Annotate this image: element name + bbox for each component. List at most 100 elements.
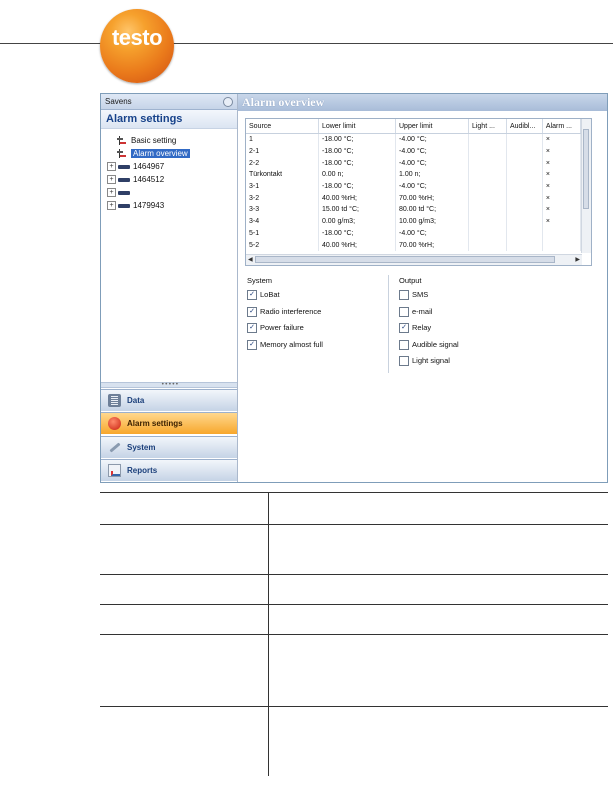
checkbox-row[interactable]: e-mail	[399, 304, 459, 321]
tree-item-label: 1464967	[133, 162, 165, 171]
pin-icon[interactable]	[223, 97, 233, 107]
table-row[interactable]: 5-1 -18.00 °C; -4.00 °C;	[246, 227, 582, 240]
table-cell: ×	[542, 192, 582, 205]
vertical-scroll-thumb[interactable]	[583, 129, 589, 209]
table-cell	[506, 145, 543, 158]
system-alarm-group: System ✓ LoBat ✓ Radio interference ✓ Power f…	[247, 275, 323, 353]
table-cell	[506, 180, 543, 193]
nav-button-system[interactable]: System	[101, 436, 237, 458]
checkbox-label: LoBat	[260, 290, 280, 299]
logger-icon	[118, 164, 130, 169]
alarm-table: Source Lower limit Upper limit Light ...…	[246, 119, 582, 251]
table-row[interactable]: 1 -18.00 °C; -4.00 °C; ×	[246, 133, 582, 146]
setting-icon	[117, 149, 128, 159]
table-row[interactable]: 3-4 0.00 g/m3; 10.00 g/m3; ×	[246, 215, 582, 228]
expand-plus-icon[interactable]: +	[107, 188, 116, 198]
table-vertical-scrollbar[interactable]	[581, 119, 591, 253]
table-cell: 2-2	[246, 157, 319, 170]
table-row[interactable]: 2-2 -18.00 °C; -4.00 °C; ×	[246, 157, 582, 170]
column-header[interactable]: Source	[246, 119, 319, 134]
table-cell: -18.00 °C;	[318, 145, 397, 158]
tree-item-logger-1464512[interactable]: +1464512	[107, 173, 235, 186]
system-wrench-icon	[108, 441, 121, 454]
testo-logo: testo	[100, 9, 174, 83]
logger-icon	[118, 203, 130, 208]
expand-plus-icon[interactable]: +	[107, 201, 116, 211]
tree-item-alarm-overview[interactable]: Alarm overview	[107, 147, 235, 160]
settings-tree: Basic setting Alarm overview +1464967 +1…	[107, 134, 235, 212]
table-cell: 10.00 g/m3;	[395, 215, 469, 228]
table-row[interactable]: 3-2 40.00 %rH; 70.00 %rH; ×	[246, 192, 582, 205]
checkbox[interactable]: ✓	[399, 323, 409, 334]
sidebar-splitter[interactable]: •••••	[101, 381, 237, 388]
checkbox-row[interactable]: SMS	[399, 287, 459, 304]
table-row[interactable]: 5-2 40.00 %rH; 70.00 %rH;	[246, 239, 582, 251]
checkbox[interactable]	[399, 306, 409, 317]
column-header[interactable]: Lower limit	[318, 119, 397, 134]
table-cell: ×	[542, 215, 582, 228]
checkbox[interactable]: ✓	[247, 323, 257, 334]
expand-plus-icon[interactable]: +	[107, 162, 116, 172]
alarm-icon	[108, 417, 121, 430]
nav-button-label: Reports	[127, 466, 158, 475]
column-header[interactable]: Upper limit	[395, 119, 469, 134]
checkbox-row[interactable]: Audible signal	[399, 337, 459, 354]
table-rule	[100, 706, 608, 707]
tree-item-logger-1464967[interactable]: +1464967	[107, 160, 235, 173]
checkbox-row[interactable]: ✓ Memory almost full	[247, 337, 323, 354]
page-title: Alarm overview	[238, 94, 607, 111]
table-cell: -18.00 °C;	[318, 157, 397, 170]
scroll-left-icon[interactable]: ◀	[248, 256, 253, 263]
checkbox-row[interactable]: ✓ LoBat	[247, 287, 323, 304]
table-cell: 0.00 g/m3;	[318, 215, 397, 228]
checkbox[interactable]: ✓	[247, 306, 257, 317]
table-cell: 5-1	[246, 227, 319, 240]
column-header[interactable]: Alarm ...	[542, 119, 582, 134]
table-rule	[100, 524, 608, 525]
tree-item-logger-1479943[interactable]: +1479943	[107, 199, 235, 212]
table-row[interactable]: 3-1 -18.00 °C; -4.00 °C; ×	[246, 180, 582, 193]
horizontal-scroll-thumb[interactable]	[255, 256, 555, 263]
table-cell	[542, 239, 582, 251]
table-cell: 40.00 %rH;	[318, 239, 397, 251]
table-row[interactable]: Türkontakt 0.00 n; 1.00 n; ×	[246, 169, 582, 181]
nav-button-data[interactable]: Data	[101, 389, 237, 411]
table-cell: 3-2	[246, 192, 319, 205]
checkbox-label: Light signal	[412, 356, 450, 365]
table-cell	[506, 215, 543, 228]
checkbox[interactable]: ✓	[247, 290, 257, 301]
checkbox-row[interactable]: ✓ Relay	[399, 320, 459, 337]
table-cell	[506, 133, 543, 146]
column-header[interactable]: Audibl...	[506, 119, 543, 134]
table-cell	[506, 169, 543, 181]
checkbox-row[interactable]: ✓ Power failure	[247, 320, 323, 337]
table-cell: 80.00 td °C;	[395, 204, 469, 216]
tree-item-logger-unnamed[interactable]: +	[107, 186, 235, 199]
logger-icon	[118, 177, 130, 182]
expand-plus-icon[interactable]: +	[107, 175, 116, 185]
nav-button-reports[interactable]: Reports	[101, 459, 237, 481]
table-rule	[100, 604, 608, 605]
nav-button-label: Alarm settings	[127, 419, 183, 428]
table-cell: -4.00 °C;	[395, 180, 469, 193]
table-cell	[506, 227, 543, 240]
tree-item-basic-setting[interactable]: Basic setting	[107, 134, 235, 147]
scroll-right-icon[interactable]: ▶	[575, 256, 580, 263]
table-cell	[468, 157, 507, 170]
table-cell	[468, 192, 507, 205]
checkbox[interactable]: ✓	[247, 339, 257, 350]
nav-button-alarm-settings[interactable]: Alarm settings	[101, 412, 237, 434]
checkbox[interactable]	[399, 290, 409, 301]
checkbox-row[interactable]: Light signal	[399, 353, 459, 370]
table-horizontal-scrollbar[interactable]: ◀ ▶	[246, 254, 582, 265]
column-header[interactable]: Light ...	[468, 119, 507, 134]
table-cell: 3-1	[246, 180, 319, 193]
system-group-title: System	[247, 276, 273, 285]
table-cell: 3-4	[246, 215, 319, 228]
table-cell: ×	[542, 180, 582, 193]
table-row[interactable]: 2-1 -18.00 °C; -4.00 °C; ×	[246, 145, 582, 158]
checkbox[interactable]	[399, 339, 409, 350]
table-row[interactable]: 3-3 15.00 td °C; 80.00 td °C; ×	[246, 204, 582, 216]
checkbox-row[interactable]: ✓ Radio interference	[247, 304, 323, 321]
checkbox[interactable]	[399, 356, 409, 367]
